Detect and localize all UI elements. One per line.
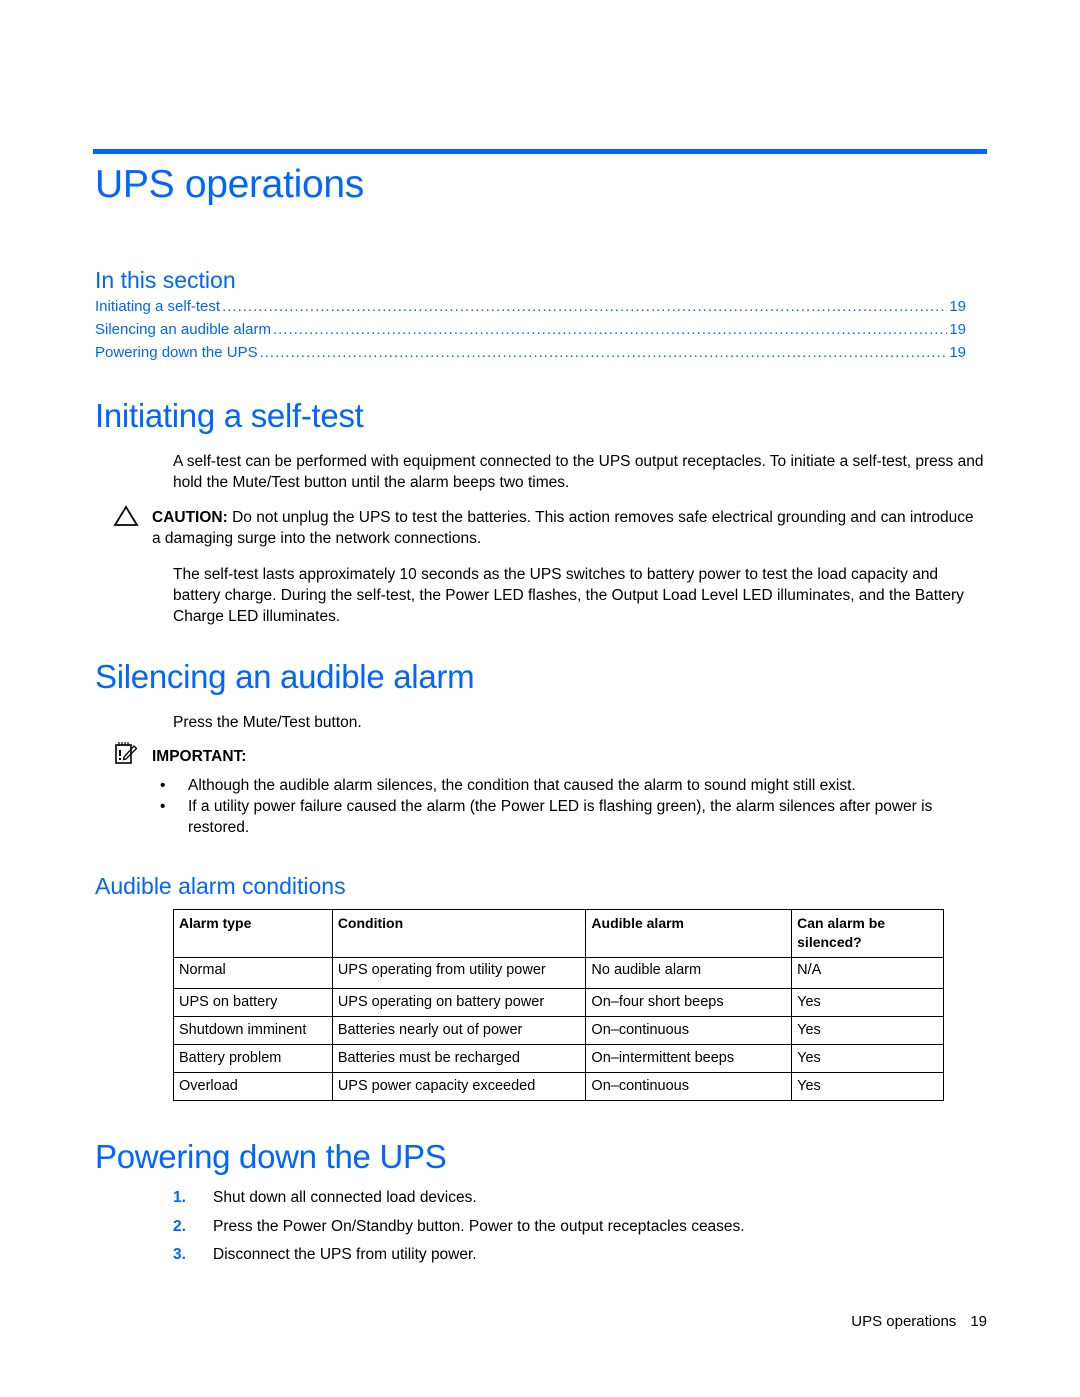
caution-text: Do not unplug the UPS to test the batter…	[152, 509, 974, 547]
table-cell: Overload	[173, 1072, 333, 1101]
step-text: Shut down all connected load devices.	[213, 1189, 477, 1206]
caution-label: CAUTION:	[152, 509, 228, 526]
self-test-intro: A self-test can be performed with equipm…	[173, 453, 984, 491]
silencing-heading: Silencing an audible alarm	[95, 658, 475, 695]
caution-triangle-icon	[113, 505, 139, 527]
table-row: Overload UPS power capacity exceeded On–…	[173, 1072, 944, 1101]
toc-entry-label: Silencing an audible alarm	[95, 321, 271, 338]
table-header-row: Alarm type Condition Audible alarm Can a…	[173, 909, 944, 958]
list-item: 1. Shut down all connected load devices.	[173, 1187, 973, 1208]
table-cell: Yes	[791, 1072, 944, 1101]
table-row: Shutdown imminent Batteries nearly out o…	[173, 1016, 944, 1045]
toc-entry-label: Initiating a self-test	[95, 298, 221, 315]
footer-page-number: 19	[970, 1313, 987, 1330]
table-cell: Yes	[791, 1044, 944, 1073]
table-row: UPS on battery UPS operating on battery …	[173, 988, 944, 1017]
table-cell: UPS operating on battery power	[331, 988, 587, 1017]
table-cell: Battery problem	[173, 1044, 333, 1073]
toc-entry-label: Powering down the UPS	[95, 344, 258, 361]
table-cell: On–continuous	[585, 1072, 793, 1101]
toc-entry-powering-down[interactable]: Powering down the UPS 19	[95, 344, 966, 366]
toc-entry-page: 19	[949, 344, 966, 361]
toc-leader-dots	[260, 344, 948, 361]
toc-entry-page: 19	[949, 298, 966, 315]
footer-section-title: UPS operations	[851, 1313, 957, 1330]
column-header: Audible alarm	[585, 909, 793, 958]
title-rule	[93, 149, 987, 154]
table-cell: Normal	[173, 957, 333, 989]
toc-leader-dots	[222, 298, 947, 315]
table-cell: UPS on battery	[173, 988, 333, 1017]
in-this-section-heading: In this section	[95, 267, 236, 293]
toc-leader-dots	[273, 321, 947, 338]
table-cell: No audible alarm	[585, 957, 793, 989]
list-item: 3. Disconnect the UPS from utility power.	[173, 1244, 973, 1265]
toc-entry-self-test[interactable]: Initiating a self-test 19	[95, 298, 966, 320]
important-bullet-list: Although the audible alarm silences, the…	[160, 775, 960, 838]
table-row: Normal UPS operating from utility power …	[173, 957, 944, 989]
table-cell: Shutdown imminent	[173, 1016, 333, 1045]
table-cell: UPS power capacity exceeded	[331, 1072, 587, 1101]
table-cell: Yes	[791, 1016, 944, 1045]
page-title: UPS operations	[95, 163, 364, 206]
powering-down-heading: Powering down the UPS	[95, 1138, 447, 1175]
step-text: Disconnect the UPS from utility power.	[213, 1246, 477, 1263]
alarm-conditions-heading: Audible alarm conditions	[95, 873, 346, 899]
step-text: Press the Power On/Standby button. Power…	[213, 1217, 745, 1235]
powering-down-steps: 1. Shut down all connected load devices. …	[173, 1187, 973, 1273]
step-number: 2.	[173, 1217, 186, 1235]
table-cell: On–intermittent beeps	[585, 1044, 793, 1073]
table-cell: Batteries nearly out of power	[331, 1016, 587, 1045]
toc-entry-page: 19	[949, 321, 966, 338]
table-cell: Batteries must be recharged	[331, 1044, 587, 1073]
column-header: Alarm type	[173, 909, 333, 958]
list-item: 2. Press the Power On/Standby button. Pow…	[173, 1216, 973, 1237]
self-test-heading: Initiating a self-test	[95, 397, 364, 434]
toc-entry-silencing[interactable]: Silencing an audible alarm 19	[95, 321, 966, 343]
column-header: Condition	[331, 909, 587, 958]
step-number: 3.	[173, 1246, 186, 1263]
self-test-details: The self-test lasts approximately 10 sec…	[173, 566, 964, 625]
table-cell: Yes	[791, 988, 944, 1017]
alarm-conditions-table: Alarm type Condition Audible alarm Can a…	[173, 909, 944, 1101]
table-cell: UPS operating from utility power	[331, 957, 587, 989]
step-number: 1.	[173, 1189, 186, 1206]
important-notepad-icon	[114, 740, 138, 766]
caution-note: CAUTION: Do not unplug the UPS to test t…	[152, 507, 982, 549]
silencing-instruction: Press the Mute/Test button.	[173, 714, 362, 731]
page-footer: UPS operations 19	[851, 1313, 987, 1330]
important-label: IMPORTANT:	[152, 748, 247, 765]
table-cell: On–four short beeps	[585, 988, 793, 1017]
column-header: Can alarm be silenced?	[791, 909, 944, 958]
table-cell: N/A	[791, 957, 944, 989]
table-cell: On–continuous	[585, 1016, 793, 1045]
list-item: Although the audible alarm silences, the…	[160, 775, 960, 796]
table-row: Battery problem Batteries must be rechar…	[173, 1044, 944, 1073]
list-item: If a utility power failure caused the al…	[160, 796, 960, 838]
